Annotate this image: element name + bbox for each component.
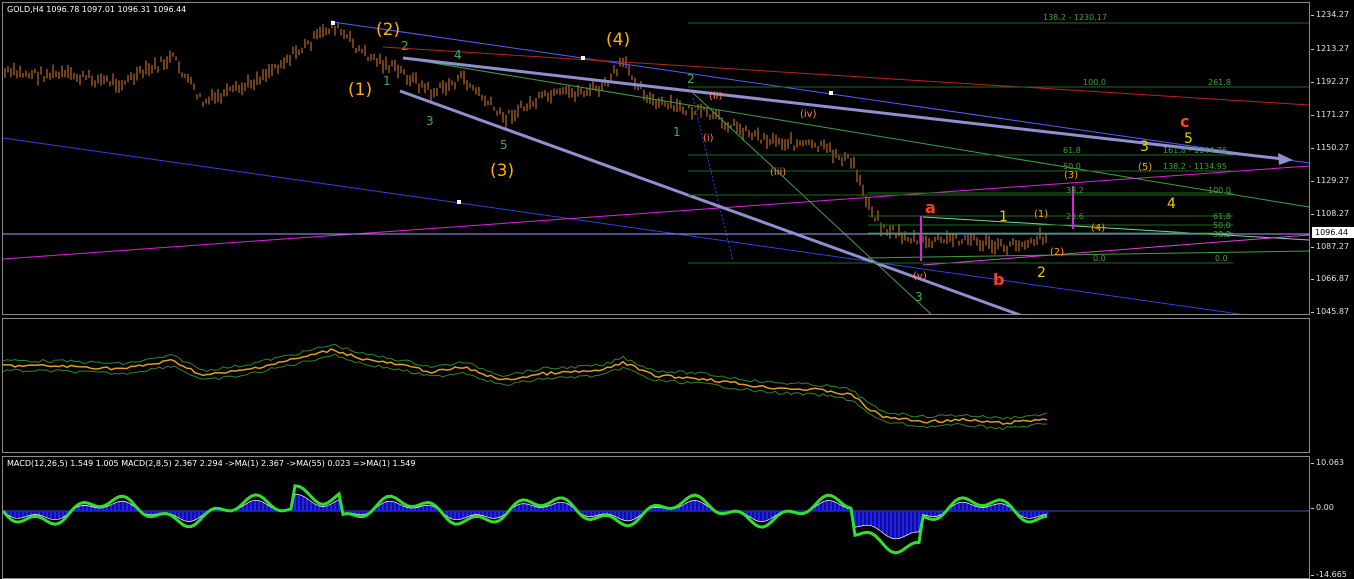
wave-label-(1): (1)	[348, 80, 372, 100]
indicator-axis	[1312, 318, 1354, 453]
wave-label-o4: (4)	[1091, 223, 1105, 234]
wave-label-g2: 2	[401, 39, 409, 53]
envelope-lines	[3, 343, 1048, 431]
fib-label: 138.2 - 1230.17	[1043, 13, 1107, 22]
wave-label-y3: 3	[1140, 139, 1149, 155]
price-tick: 1129.27	[1310, 176, 1350, 185]
indicator-line	[3, 348, 1048, 426]
fib-label: 50.0	[1213, 221, 1231, 230]
wave-label-iv: (iv)	[800, 109, 817, 120]
fib-label: 261.8	[1208, 78, 1231, 87]
wave-label-a: a	[925, 198, 936, 217]
wave-label-o1: (1)	[1034, 209, 1048, 220]
anchor-point	[457, 200, 461, 204]
indicator-pane[interactable]	[2, 318, 1310, 453]
wave-label-v: (v)	[913, 271, 927, 282]
fib-label: 138.2 - 1134.95	[1163, 162, 1227, 171]
wave-label-b: b	[993, 270, 1004, 289]
price-chart-canvas: 138.2 - 1230.17 100.0 261.8 61.8 50.0 16…	[3, 13, 1309, 314]
wave-label-g3b: 3	[915, 290, 923, 304]
price-tick: 1213.27	[1310, 44, 1350, 53]
arrow-upper-head	[1278, 153, 1293, 165]
price-chart-pane[interactable]: GOLD,H4 1096.78 1097.01 1096.31 1096.44	[2, 2, 1310, 315]
price-tick: 1171.27	[1310, 110, 1350, 119]
wave-label-y1: 1	[999, 209, 1008, 225]
fib-label: 161.8 - 1144.76	[1163, 146, 1227, 155]
fib-label: 0.0	[1093, 254, 1106, 263]
macd-canvas	[3, 484, 1309, 555]
fib-label: 100.0	[1083, 78, 1106, 87]
price-tick: 1150.27	[1310, 143, 1350, 152]
price-axis: 1234.27 1213.27 1192.27 1171.27 1150.27 …	[1310, 2, 1354, 316]
macd-axis: 10.063 0.00 -14.665	[1311, 456, 1354, 579]
macd-series	[3, 484, 1049, 555]
current-price-label: 1096.44	[1312, 227, 1354, 238]
wave-label-(3): (3)	[490, 161, 514, 181]
fib-label: 61.8	[1063, 146, 1081, 155]
wave-label-i: (i)	[703, 133, 714, 144]
price-tick: 1066.87	[1310, 274, 1350, 283]
price-tick: 1087.27	[1310, 242, 1350, 251]
price-tick: 1045.87	[1310, 307, 1350, 316]
arrow-upper	[402, 56, 1284, 161]
fib-label: 23.6	[1066, 212, 1084, 221]
triangle-lower	[922, 234, 1309, 266]
wave-label-o5: (5)	[1138, 162, 1152, 173]
macd-pane[interactable]: MACD(12,26,5) 1.549 1.005 MACD(2,8,5) 2.…	[2, 456, 1310, 579]
wave-label-g3: 3	[426, 114, 434, 128]
fib-label: 38.2	[1066, 186, 1084, 195]
wave-label-g1b: 1	[673, 125, 681, 139]
anchor-point	[331, 21, 335, 25]
macd-tick: -14.665	[1311, 570, 1347, 579]
macd-tick: 0.00	[1311, 503, 1334, 512]
wave-label-y4: 4	[1167, 196, 1176, 212]
price-tick: 1108.27	[1310, 209, 1350, 218]
fib-label: 0.0	[1215, 254, 1228, 263]
wave-label-g2b: 2	[687, 72, 695, 86]
fib-label: 61.8	[1213, 212, 1231, 221]
trendline-magenta	[3, 165, 1309, 260]
indicator-canvas	[3, 343, 1048, 431]
wave-label-g4: 4	[454, 48, 462, 62]
wave-label-ii: (ii)	[709, 91, 722, 102]
wave-label-g1: 1	[383, 74, 391, 88]
wave-label-(4): (4)	[606, 30, 630, 50]
anchor-point	[829, 91, 833, 95]
wave-label-g5: 5	[500, 138, 508, 152]
macd-tick: 10.063	[1311, 458, 1344, 467]
wave-label-o2: (2)	[1050, 247, 1064, 258]
price-tick: 1192.27	[1310, 77, 1350, 86]
fib-label: 100.0	[1208, 186, 1231, 195]
wave-label-y2: 2	[1037, 265, 1046, 281]
trendline-green-channel	[402, 57, 1309, 208]
anchor-point	[581, 56, 585, 60]
wave-label-y5: 5	[1184, 131, 1193, 147]
wave-label-o3: (3)	[1064, 170, 1078, 181]
wave-label-iii: (iii)	[770, 167, 786, 178]
wave-label-(2): (2)	[376, 20, 400, 40]
trendline-dotted-blue	[692, 97, 734, 262]
fib-label: 38.2	[1213, 230, 1231, 239]
price-tick: 1234.27	[1310, 10, 1350, 19]
wave-label-c: c	[1180, 112, 1189, 131]
trendline-green-diag	[692, 92, 932, 314]
triangle-upper	[922, 216, 1309, 241]
